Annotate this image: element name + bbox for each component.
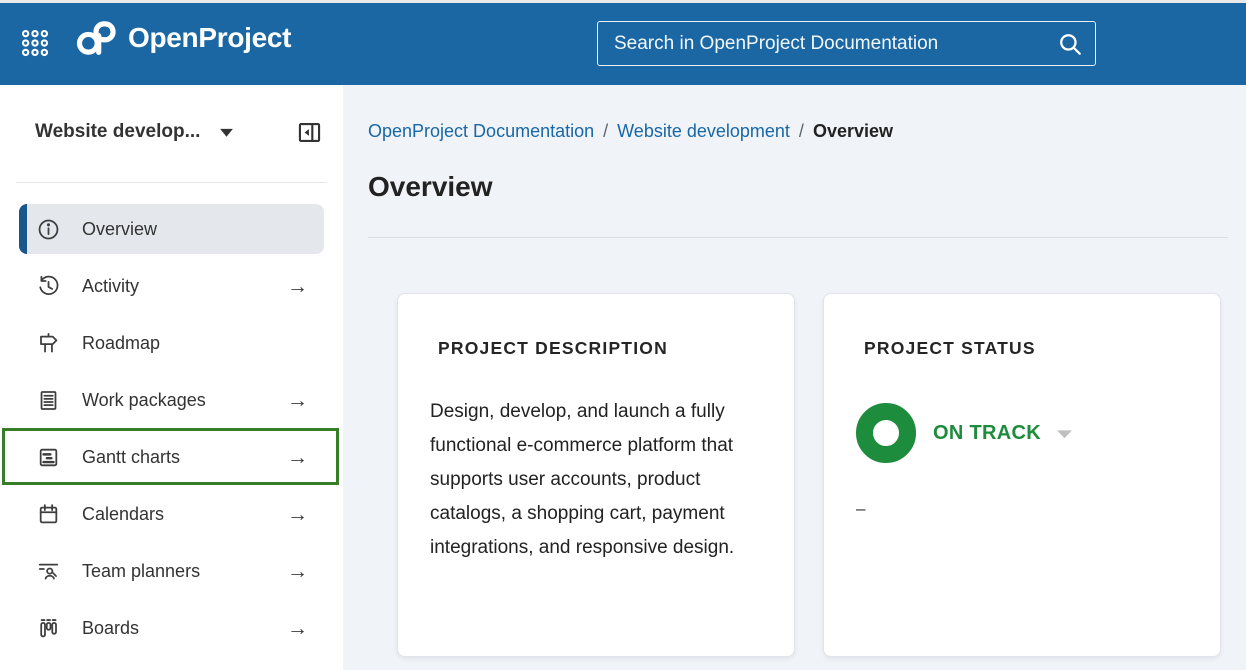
info-icon (36, 217, 61, 242)
content-divider (368, 237, 1228, 238)
project-description-text: Design, develop, and launch a fully func… (430, 395, 762, 565)
breadcrumb: OpenProject Documentation / Website develo… (368, 121, 893, 142)
modules-grid-icon[interactable] (20, 28, 50, 58)
project-selector: Website develop... (35, 115, 323, 149)
sidebar-item-label: Boards (82, 618, 139, 639)
openproject-logo[interactable]: OpenProject (76, 20, 291, 56)
sidebar-item-boards[interactable]: Boards → (19, 603, 324, 653)
sidebar-menu: OverviewActivity→RoadmapWork packages→Ga… (19, 204, 324, 660)
breadcrumb-separator: / (799, 121, 804, 142)
kanban-icon (36, 616, 61, 641)
arrow-right-icon: → (287, 447, 308, 468)
search-input[interactable] (614, 33, 1057, 55)
project-status-selector[interactable]: ON TRACK (856, 403, 1188, 463)
chevron-down-icon[interactable] (218, 125, 235, 139)
sidebar-item-label: Activity (82, 276, 139, 297)
project-status-card: PROJECT STATUS ON TRACK – (823, 293, 1221, 657)
arrow-right-icon: → (287, 618, 308, 639)
sidebar-item-gantt-charts[interactable]: Gantt charts → (19, 432, 324, 482)
gantt-icon (36, 445, 61, 470)
main-content: OpenProject Documentation / Website develo… (343, 85, 1246, 670)
signpost-icon (36, 331, 61, 356)
openproject-logo-icon (76, 20, 116, 56)
sidebar-item-work-packages[interactable]: Work packages → (19, 375, 324, 425)
sidebar-item-label: Roadmap (82, 333, 160, 354)
sidebar-item-label: Gantt charts (82, 447, 180, 468)
top-header: OpenProject (0, 0, 1246, 85)
arrow-right-icon: → (287, 561, 308, 582)
sidebar-divider (16, 182, 327, 183)
breadcrumb-separator: / (603, 121, 608, 142)
arrow-right-icon: → (287, 390, 308, 411)
breadcrumb-current: Overview (813, 121, 893, 142)
status-description-placeholder: – (856, 499, 1188, 519)
sidebar-item-label: Team planners (82, 561, 200, 582)
collapse-sidebar-icon[interactable] (296, 119, 323, 146)
sidebar-item-label: Calendars (82, 504, 164, 525)
status-label: ON TRACK (933, 422, 1041, 445)
project-title[interactable]: Website develop... (35, 121, 200, 143)
sidebar-item-label: Overview (82, 219, 157, 240)
sidebar-item-label: Work packages (82, 390, 206, 411)
status-on-track-icon (856, 403, 916, 463)
breadcrumb-link[interactable]: Website development (617, 121, 790, 142)
page-title: Overview (368, 171, 493, 203)
project-description-title: PROJECT DESCRIPTION (438, 338, 762, 359)
window-edge (0, 0, 1246, 3)
calendar-icon (36, 502, 61, 527)
global-search[interactable] (597, 21, 1096, 66)
sidebar-item-team-planners[interactable]: Team planners → (19, 546, 324, 596)
arrow-right-icon: → (287, 504, 308, 525)
project-status-title: PROJECT STATUS (864, 338, 1188, 359)
status-caret-down-icon[interactable] (1055, 427, 1074, 440)
openproject-app: OpenProject Website develop... (0, 0, 1246, 670)
project-description-card: PROJECT DESCRIPTION Design, develop, and… (397, 293, 795, 657)
selected-accent-bar (19, 204, 27, 254)
sidebar-item-overview[interactable]: Overview (19, 204, 324, 254)
arrow-right-icon: → (287, 276, 308, 297)
history-icon (36, 274, 61, 299)
sidebar-item-roadmap[interactable]: Roadmap (19, 318, 324, 368)
sidebar-item-calendars[interactable]: Calendars → (19, 489, 324, 539)
breadcrumb-link[interactable]: OpenProject Documentation (368, 121, 594, 142)
sidebar-item-activity[interactable]: Activity → (19, 261, 324, 311)
project-sidebar: Website develop... Overview Activity → Road… (0, 85, 343, 670)
team-icon (36, 559, 61, 584)
logo-wordmark: OpenProject (128, 22, 291, 54)
search-icon[interactable] (1057, 31, 1083, 57)
document-icon (36, 388, 61, 413)
